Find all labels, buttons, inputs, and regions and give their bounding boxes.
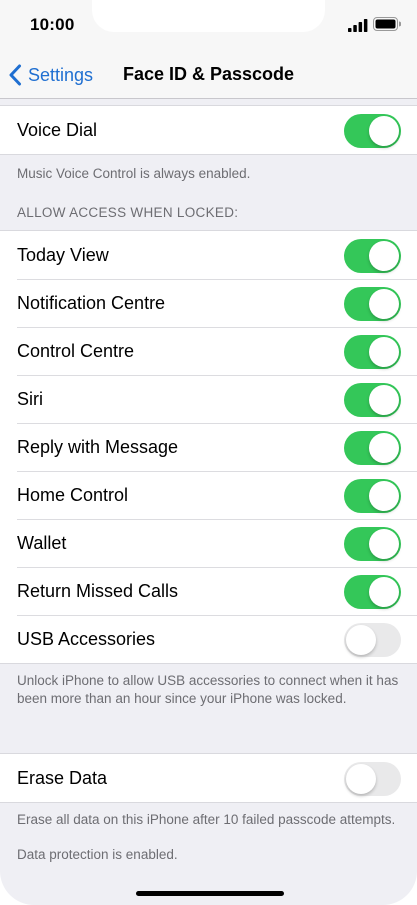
toggle-knob — [369, 577, 399, 607]
status-bar: 10:00 — [0, 0, 417, 50]
usb-accessories-toggle[interactable] — [344, 623, 401, 657]
navigation-bar: Settings Face ID & Passcode — [0, 50, 417, 99]
usb-accessories-footer: Unlock iPhone to allow USB accessories t… — [17, 673, 399, 706]
page-title: Face ID & Passcode — [0, 64, 417, 85]
signal-icon — [348, 19, 368, 32]
voice-dial-row: Voice Dial — [0, 106, 417, 154]
toggle-knob — [369, 116, 399, 146]
toggle-knob — [369, 481, 399, 511]
notch — [92, 0, 325, 32]
row-label: Reply with Message — [17, 436, 179, 457]
locked-section-header: ALLOW ACCESS WHEN LOCKED: — [17, 205, 239, 220]
notification-centre-row: Notification Centre — [0, 279, 417, 327]
toggle-knob — [346, 764, 376, 794]
battery-icon — [373, 17, 401, 31]
today-view-toggle[interactable] — [344, 239, 401, 273]
control-centre-row: Control Centre — [0, 327, 417, 375]
row-label: Control Centre — [17, 340, 135, 361]
siri-toggle[interactable] — [344, 383, 401, 417]
toggle-knob — [369, 385, 399, 415]
page-title-text: Face ID & Passcode — [122, 64, 295, 84]
row-label: Notification Centre — [17, 292, 166, 313]
toggle-knob — [369, 241, 399, 271]
toggle-knob — [369, 337, 399, 367]
voice-dial-toggle[interactable] — [344, 114, 401, 148]
toggle-knob — [369, 529, 399, 559]
siri-row: Siri — [0, 375, 417, 423]
erase-data-toggle[interactable] — [344, 762, 401, 796]
locked-access-group: Today View Notification Centre Control C… — [0, 230, 417, 664]
row-label: Return Missed Calls — [17, 580, 179, 601]
control-centre-toggle[interactable] — [344, 335, 401, 369]
settings-list: Voice Dial Music Voice Control is always… — [0, 99, 417, 864]
row-label: Siri — [17, 388, 43, 409]
today-view-row: Today View — [0, 231, 417, 279]
home-control-row: Home Control — [0, 471, 417, 519]
toggle-knob — [369, 433, 399, 463]
reply-with-message-row: Reply with Message — [0, 423, 417, 471]
toggle-knob — [369, 289, 399, 319]
row-label: Today View — [17, 244, 109, 265]
row-label: Home Control — [17, 484, 129, 505]
home-control-toggle[interactable] — [344, 479, 401, 513]
toggle-knob — [346, 625, 376, 655]
return-missed-calls-row: Return Missed Calls — [0, 567, 417, 615]
voice-dial-label: Voice Dial — [17, 119, 98, 140]
row-label: USB Accessories — [17, 628, 156, 649]
erase-data-footer: Erase all data on this iPhone after 10 f… — [17, 812, 396, 827]
erase-data-group: Erase Data — [0, 753, 417, 803]
voice-dial-footer: Music Voice Control is always enabled. — [17, 166, 251, 181]
notification-centre-toggle[interactable] — [344, 287, 401, 321]
data-protection-note: Data protection is enabled. — [17, 847, 178, 862]
erase-data-label: Erase Data — [17, 767, 108, 788]
wallet-row: Wallet — [0, 519, 417, 567]
status-time: 10:00 — [30, 15, 75, 34]
home-indicator[interactable] — [136, 891, 284, 896]
wallet-toggle[interactable] — [344, 527, 401, 561]
voice-dial-group: Voice Dial — [0, 105, 417, 155]
erase-data-row: Erase Data — [0, 754, 417, 802]
row-label: Wallet — [17, 532, 67, 553]
usb-accessories-row: USB Accessories — [0, 615, 417, 663]
phone-screen: 10:00 Settings Face ID & Passcode Voice … — [0, 0, 417, 905]
return-missed-calls-toggle[interactable] — [344, 575, 401, 609]
reply-with-message-toggle[interactable] — [344, 431, 401, 465]
